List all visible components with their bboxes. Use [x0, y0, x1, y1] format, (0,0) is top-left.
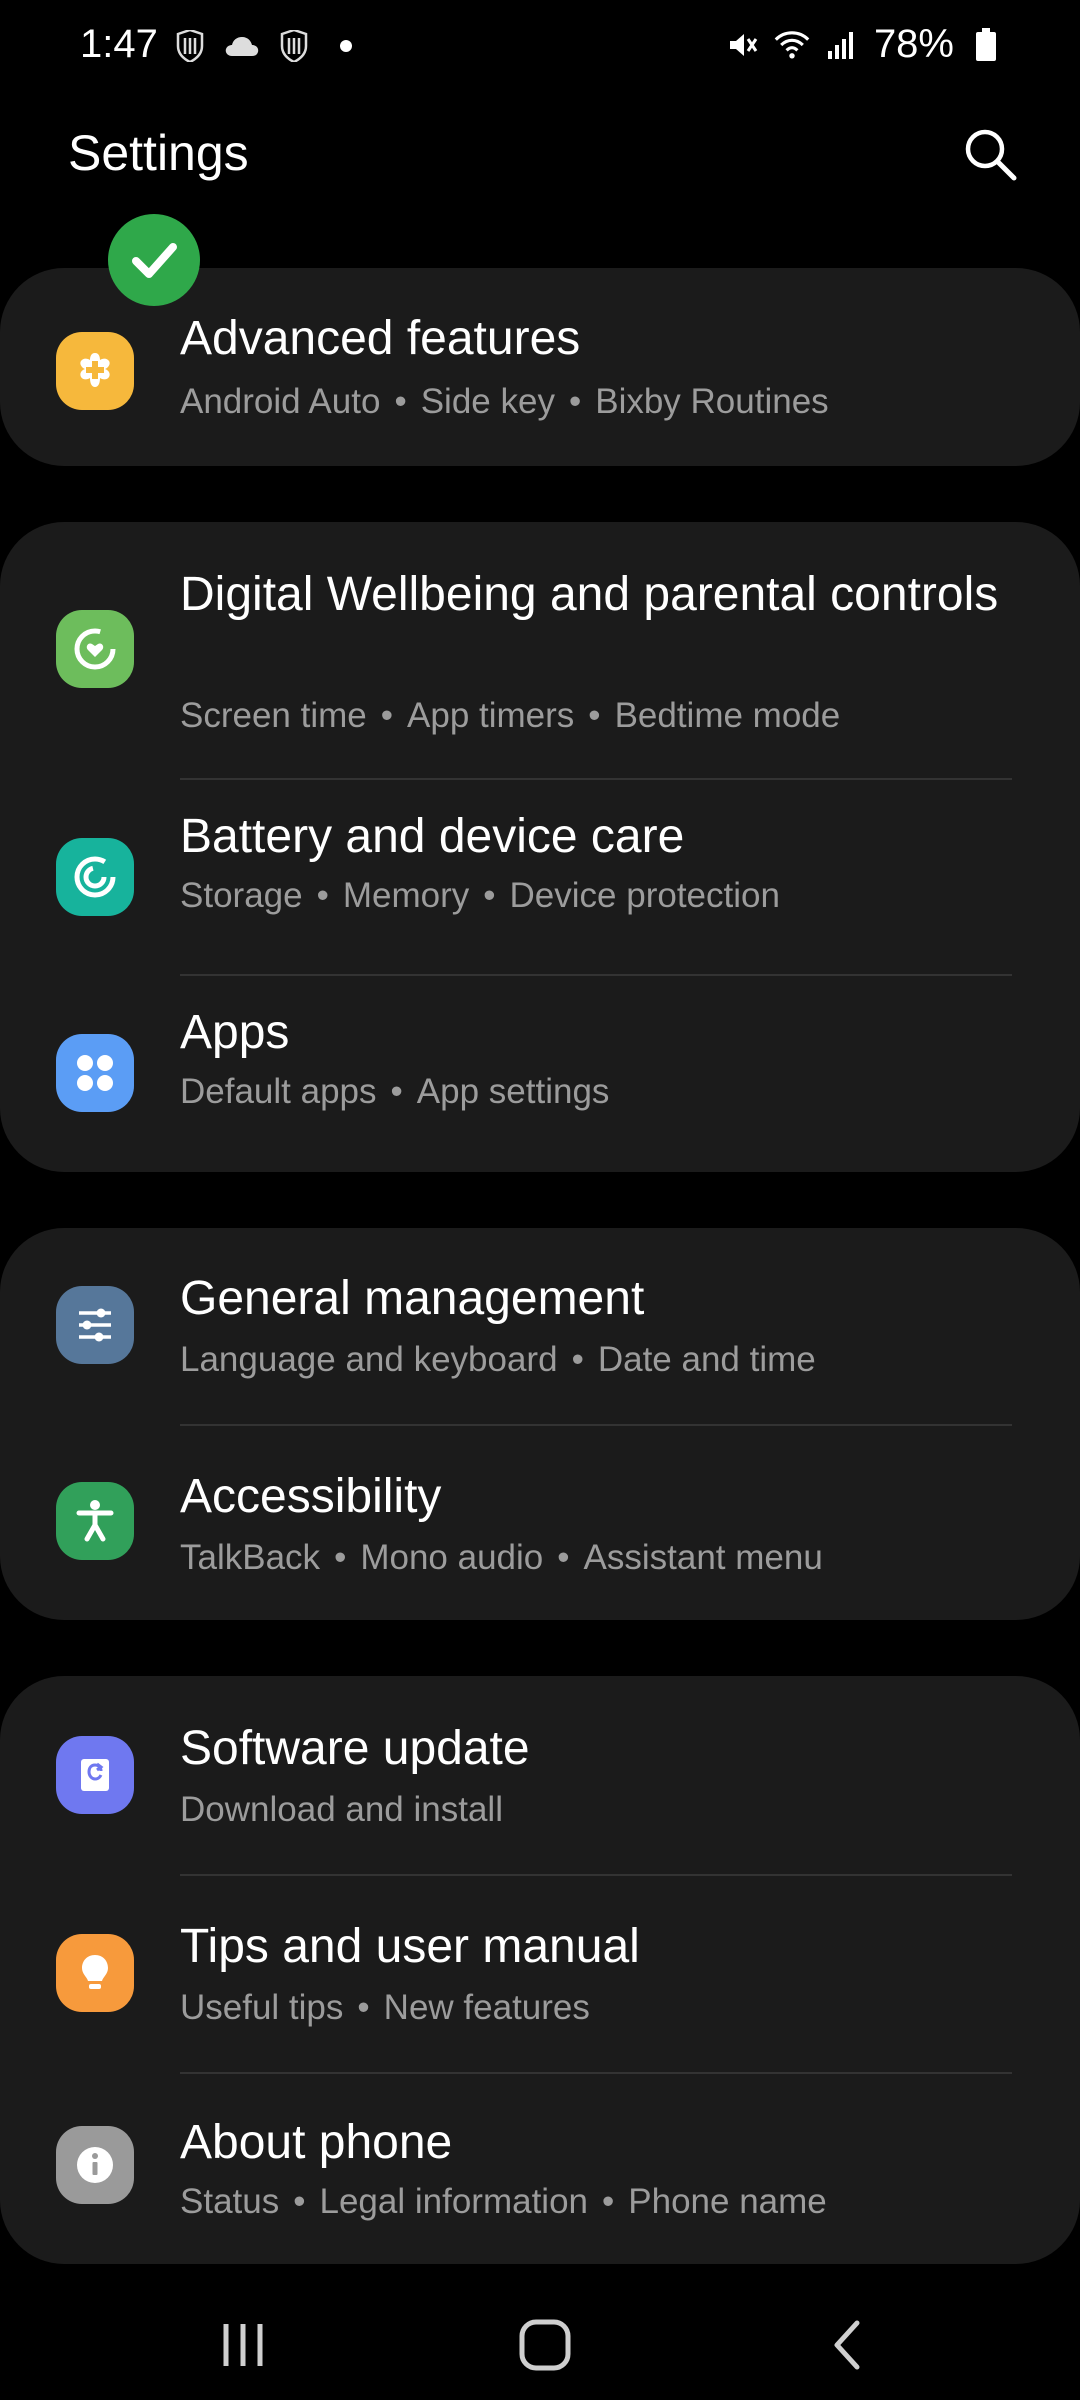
- about-phone-icon: [56, 2126, 134, 2204]
- item-subtitle: Default apps • App settings: [180, 1072, 610, 1111]
- item-title: Software update: [180, 1722, 530, 1775]
- battery-icon: [968, 27, 1004, 63]
- accessibility-icon: [56, 1482, 134, 1560]
- signal-icon: [824, 27, 860, 63]
- search-button[interactable]: [958, 122, 1022, 186]
- item-subtitle: TalkBack • Mono audio • Assistant menu: [180, 1538, 823, 1577]
- item-title: Accessibility: [180, 1470, 442, 1523]
- item-subtitle: Language and keyboard • Date and time: [180, 1340, 816, 1379]
- navigation-bar: [0, 2280, 1080, 2400]
- page-title: Settings: [68, 125, 249, 181]
- software-update-icon: [56, 1736, 134, 1814]
- item-subtitle: Android Auto • Side key • Bixby Routines: [180, 382, 829, 421]
- apps-icon: [56, 1034, 134, 1112]
- status-bar: 1:47 78%: [0, 0, 1080, 96]
- settings-group-2: Digital Wellbeing and parental controls …: [0, 522, 1080, 1172]
- list-item-about-phone[interactable]: About phone Status • Legal information • Pho…: [0, 2074, 1080, 2264]
- back-icon: [834, 2320, 860, 2370]
- dot-icon: [328, 28, 364, 64]
- digital-wellbeing-icon: [56, 610, 134, 688]
- back-button[interactable]: [802, 2310, 892, 2380]
- vibrate-mute-icon: [724, 27, 760, 63]
- general-management-icon: [56, 1286, 134, 1364]
- wifi-icon: [774, 27, 810, 63]
- list-item-battery-device-care[interactable]: Battery and device care Storage • Memory • D…: [0, 780, 1080, 976]
- list-item-tips-user-manual[interactable]: Tips and user manual Useful tips • New fea…: [0, 1876, 1080, 2072]
- check-badge-icon: [108, 214, 200, 306]
- cloud-icon: [224, 28, 260, 64]
- item-title: Apps: [180, 1006, 290, 1059]
- item-subtitle: Storage • Memory • Device protection: [180, 876, 780, 915]
- recent-apps-button[interactable]: [198, 2310, 288, 2380]
- advanced-features-icon: [56, 332, 134, 410]
- item-subtitle: Status • Legal information • Phone name: [180, 2182, 827, 2221]
- search-icon: [965, 129, 1017, 181]
- shield-app-icon: [172, 28, 208, 64]
- list-item-digital-wellbeing[interactable]: Digital Wellbeing and parental controls …: [0, 522, 1080, 780]
- item-title: General management: [180, 1272, 645, 1325]
- list-item-general-management[interactable]: General management Language and keyboard…: [0, 1228, 1080, 1424]
- item-subtitle: Download and install: [180, 1790, 503, 1829]
- item-title: Tips and user manual: [180, 1920, 640, 1973]
- home-icon: [519, 2319, 571, 2371]
- item-title: About phone: [180, 2116, 453, 2169]
- battery-percent: 78%: [873, 22, 954, 66]
- shield-app-icon: [276, 28, 312, 64]
- home-button[interactable]: [500, 2310, 590, 2380]
- item-title: Digital Wellbeing and parental controls: [180, 568, 999, 621]
- list-item-accessibility[interactable]: Accessibility TalkBack • Mono audio • Assist…: [0, 1426, 1080, 1620]
- list-item-apps[interactable]: Apps Default apps • App settings: [0, 976, 1080, 1172]
- device-care-icon: [56, 838, 134, 916]
- item-title: Advanced features: [180, 312, 581, 365]
- settings-group-3: General management Language and keyboard…: [0, 1228, 1080, 1620]
- tips-icon: [56, 1934, 134, 2012]
- item-subtitle: Useful tips • New features: [180, 1988, 590, 2027]
- settings-group-4: Software update Download and install Tip…: [0, 1676, 1080, 2264]
- list-item-software-update[interactable]: Software update Download and install: [0, 1676, 1080, 1874]
- recent-apps-icon: [223, 2324, 263, 2366]
- status-time: 1:47: [80, 22, 158, 66]
- item-subtitle: Screen time • App timers • Bedtime mode: [180, 696, 841, 735]
- item-title: Battery and device care: [180, 810, 685, 863]
